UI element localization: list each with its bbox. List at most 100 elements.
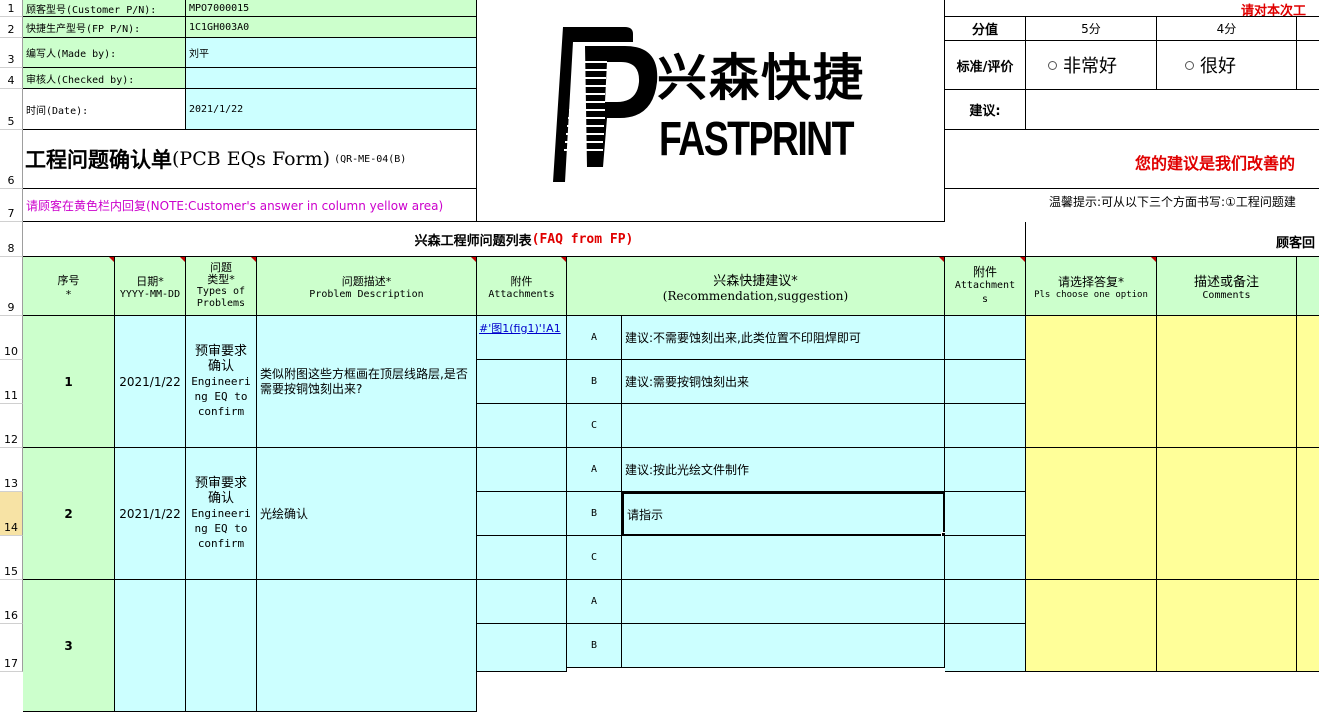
attachment2-cell[interactable] — [945, 624, 1026, 672]
problem-date[interactable]: 2021/1/22 — [115, 316, 186, 448]
row-number: 12 — [4, 433, 18, 446]
header-att2-line2: Attachment — [954, 280, 1016, 291]
option-text[interactable] — [622, 404, 945, 448]
row-header[interactable]: 13 — [0, 448, 23, 492]
attachment-cell[interactable] — [477, 360, 567, 404]
answer-extra[interactable] — [1297, 316, 1319, 448]
score-cell — [1297, 17, 1319, 41]
problem-date[interactable] — [115, 580, 186, 712]
problem-description[interactable]: 类似附图这些方框画在顶层线路层,是否需要按铜蚀刻出来? — [257, 316, 477, 448]
attachment2-cell[interactable] — [945, 536, 1026, 580]
attachment-link-text[interactable]: #'图1(fig1)'!A1 — [479, 322, 561, 335]
option-letter: B — [567, 624, 622, 668]
option-very-good[interactable]: 非常好 — [1026, 41, 1157, 90]
header-attachments-2: 附件 Attachment s — [945, 257, 1026, 316]
form-code: (QR-ME-04(B) — [334, 153, 407, 165]
form-title: 工程问题确认单 (PCB EQs Form) (QR-ME-04(B) — [23, 130, 477, 189]
header-seq: 序号 * — [23, 257, 115, 316]
option-text[interactable]: 建议:不需要蚀刻出来,此类位置不印阻焊即可 — [622, 316, 945, 360]
option-letter: B — [567, 492, 622, 536]
suggest-label: 建议: — [945, 90, 1026, 130]
attachment-cell[interactable] — [477, 580, 567, 624]
attachment2-cell[interactable] — [945, 492, 1026, 536]
option-text[interactable]: 建议:需要按铜蚀刻出来 — [622, 360, 945, 404]
row-header[interactable]: 11 — [0, 360, 23, 404]
answer-choice[interactable] — [1026, 580, 1157, 672]
option-text-selected[interactable]: 请指示 — [622, 492, 945, 536]
row-number: 6 — [7, 174, 15, 187]
row-header[interactable]: 10 — [0, 316, 23, 360]
problem-description[interactable]: 光绘确认 — [257, 448, 477, 580]
fp-section-tag: (FAQ from FP) — [531, 231, 634, 247]
row-header[interactable]: 7 — [0, 189, 23, 222]
score-5: 5分 — [1026, 17, 1157, 41]
answer-choice[interactable] — [1026, 316, 1157, 448]
comment-marker — [109, 257, 114, 262]
answer-choice[interactable] — [1026, 448, 1157, 580]
fp-pn-value[interactable]: 1C1GH003A0 — [186, 17, 477, 38]
problem-type[interactable]: 预审要求 确认 Engineering EQ to confirm — [186, 316, 257, 448]
fp-section-title: 兴森工程师问题列表 — [414, 233, 532, 249]
attachment2-cell[interactable] — [945, 580, 1026, 624]
answer-extra[interactable] — [1297, 448, 1319, 580]
row-header[interactable]: 17 — [0, 624, 23, 672]
header-type-line2: 类型* — [207, 273, 235, 286]
customer-pn-label: 顾客型号(Customer P/N): — [23, 0, 186, 17]
attachment-cell[interactable] — [477, 404, 567, 448]
attachment2-cell[interactable] — [945, 360, 1026, 404]
fastprint-p-icon — [553, 27, 658, 182]
attachment-cell[interactable] — [477, 448, 567, 492]
problem-type[interactable] — [186, 580, 257, 712]
suggest-input[interactable] — [1026, 90, 1319, 130]
row-header[interactable]: 3 — [0, 38, 23, 68]
row-header[interactable]: 5 — [0, 89, 23, 130]
row-header[interactable]: 9 — [0, 257, 23, 316]
fp-section-header: 兴森工程师问题列表 (FAQ from FP) — [23, 222, 1026, 257]
row-header[interactable]: 6 — [0, 130, 23, 189]
attachment-cell[interactable] — [477, 536, 567, 580]
row-header[interactable]: 15 — [0, 536, 23, 580]
option-text[interactable] — [622, 580, 945, 624]
radio-icon[interactable] — [1185, 60, 1194, 70]
option-text[interactable] — [622, 624, 945, 668]
header-rec-label: 兴森快捷建议* — [713, 273, 798, 289]
attachment2-cell[interactable] — [945, 448, 1026, 492]
row-header[interactable]: 8 — [0, 222, 23, 257]
row-header[interactable]: 4 — [0, 68, 23, 89]
attachment2-cell[interactable] — [945, 404, 1026, 448]
answer-comment[interactable] — [1157, 448, 1297, 580]
answer-extra[interactable] — [1297, 580, 1319, 672]
row-header[interactable]: 2 — [0, 17, 23, 38]
header-att-label: 附件 — [510, 274, 533, 288]
radio-icon[interactable] — [1048, 60, 1057, 70]
comment-marker — [561, 257, 566, 262]
comment-marker — [1151, 257, 1156, 262]
made-by-value[interactable]: 刘平 — [186, 38, 477, 68]
row-header-selected[interactable]: 14 — [0, 492, 23, 536]
answer-comment[interactable] — [1157, 316, 1297, 448]
option-text[interactable] — [622, 536, 945, 580]
attachment2-cell[interactable] — [945, 316, 1026, 360]
attachment-cell[interactable] — [477, 492, 567, 536]
attachment-link[interactable]: #'图1(fig1)'!A1 — [477, 316, 567, 360]
row-number: 2 — [7, 23, 15, 36]
attachment-cell[interactable] — [477, 624, 567, 672]
problem-type[interactable]: 预审要求 确认 Engineering EQ to confirm — [186, 448, 257, 580]
header-rec-en: (Recommendation,suggestion) — [662, 288, 849, 303]
header-desc-en: Problem Description — [309, 288, 424, 300]
row-number: 1 — [7, 2, 15, 15]
checked-by-value[interactable] — [186, 68, 477, 89]
problem-description[interactable] — [257, 580, 477, 712]
row-header[interactable]: 1 — [0, 0, 23, 17]
answer-comment[interactable] — [1157, 580, 1297, 672]
customer-pn-value[interactable]: MPO7000015 — [186, 0, 477, 17]
date-value[interactable]: 2021/1/22 — [186, 89, 477, 130]
row-header[interactable]: 12 — [0, 404, 23, 448]
option-text[interactable]: 建议:按此光绘文件制作 — [622, 448, 945, 492]
row-number: 3 — [7, 53, 15, 66]
row-number: 14 — [4, 521, 18, 534]
option-good[interactable]: 很好 — [1157, 41, 1297, 90]
row-header[interactable]: 16 — [0, 580, 23, 624]
problem-seq: 1 — [23, 316, 115, 448]
problem-date[interactable]: 2021/1/22 — [115, 448, 186, 580]
